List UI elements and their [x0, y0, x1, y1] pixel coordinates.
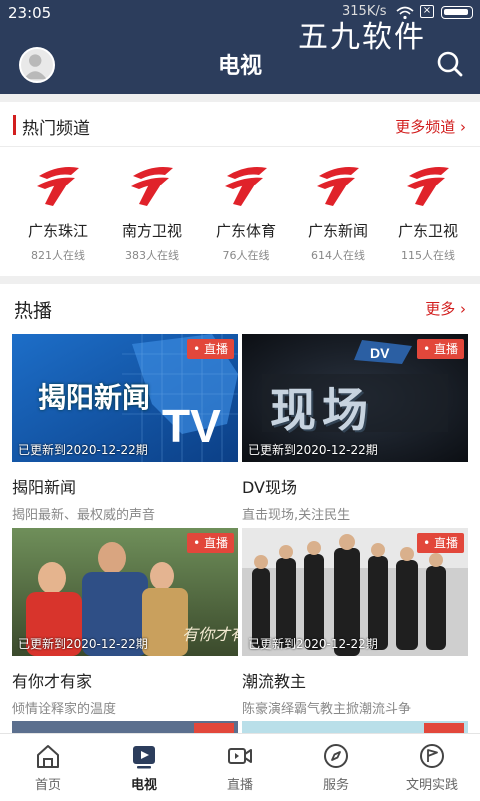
live-badge: • 直播: [187, 533, 234, 553]
show-description: 直击现场,关注民生: [242, 508, 351, 523]
compass-icon: [324, 744, 348, 768]
tv-play-icon: [133, 746, 155, 769]
tab-civilization-practice[interactable]: 文明实践: [384, 734, 480, 801]
gdtv-logo-icon: [131, 167, 173, 206]
app-header: 23:05 315K/s × 五九软件 电视: [0, 0, 480, 94]
show-title: 有你才有家: [12, 672, 93, 691]
live-badge: • 直播: [417, 533, 464, 553]
channel-name: 广东珠江: [27, 222, 88, 240]
hot-shows-title: 热播: [14, 300, 53, 322]
bottom-tab-bar: 首页 电视 直播 服务 文明实践: [0, 733, 480, 800]
section-gap: [0, 94, 480, 102]
page-title: 电视: [217, 54, 262, 79]
show-description: 陈豪演绎霸气教主掀潮流斗争: [242, 702, 412, 717]
update-note: 已更新到2020-12-22期: [18, 637, 148, 651]
thumbnail-caption: 现场: [270, 383, 374, 437]
channel-viewers: 115人在线: [401, 249, 455, 262]
show-thumbnail[interactable]: • 直播 已更新到2020-12-22期: [242, 528, 468, 656]
thumbnail-caption: 揭阳新闻: [38, 381, 151, 414]
tab-label: 电视: [130, 778, 157, 793]
channel-name: 广东体育: [215, 222, 276, 240]
search-icon[interactable]: [436, 50, 464, 78]
svg-text:DV: DV: [370, 345, 390, 361]
svg-text:有你才有家: 有你才有家: [182, 625, 238, 644]
show-thumbnail[interactable]: 有你才有家 • 直播 已更新到2020-12-22期: [12, 528, 238, 656]
tab-label: 直播: [226, 778, 253, 793]
tab-label: 服务: [322, 778, 349, 793]
tab-services[interactable]: 服务: [288, 734, 384, 801]
more-channels-link[interactable]: 更多频道 ›: [395, 116, 466, 137]
update-note: 已更新到2020-12-22期: [248, 443, 378, 457]
show-title: DV现场: [242, 478, 297, 497]
channel-item[interactable]: 广东新闻 614人在线: [290, 160, 386, 263]
divider: [0, 146, 480, 147]
show-card[interactable]: DV 现场 • 直播 已更新到2020-12-22期 DV现场 直击现场,关注民…: [242, 334, 468, 523]
hot-channels-title: 热门频道: [22, 119, 90, 139]
tab-home[interactable]: 首页: [0, 734, 96, 801]
gdtv-logo-icon: [317, 167, 359, 206]
flag-circle-icon: [420, 744, 444, 768]
svg-text:TV: TV: [162, 400, 221, 452]
show-description: 倾情诠释家的温度: [12, 702, 117, 717]
gdtv-logo-icon: [225, 167, 267, 206]
tab-label: 文明实践: [405, 778, 458, 793]
gdtv-logo-icon: [37, 167, 79, 206]
channel-name: 南方卫视: [121, 222, 182, 240]
channel-name: 广东卫视: [397, 222, 458, 240]
channel-name: 广东新闻: [307, 222, 368, 240]
tab-tv[interactable]: 电视: [96, 734, 192, 801]
video-camera-icon: [228, 748, 252, 764]
show-card[interactable]: • 直播 已更新到2020-12-22期 潮流教主 陈豪演绎霸气教主掀潮流斗争: [242, 528, 468, 717]
gdtv-logo-icon: [407, 167, 449, 206]
home-icon: [37, 745, 59, 768]
tab-label: 首页: [34, 778, 61, 793]
channel-viewers: 614人在线: [311, 249, 365, 262]
channel-viewers: 383人在线: [125, 249, 179, 262]
channel-item[interactable]: 南方卫视 383人在线: [104, 160, 200, 263]
channel-item[interactable]: 广东卫视 115人在线: [380, 160, 476, 263]
channel-viewers: 821人在线: [31, 249, 85, 262]
live-badge: • 直播: [417, 339, 464, 359]
show-description: 揭阳最新、最权威的声音: [12, 508, 156, 523]
section-gap: [0, 276, 480, 284]
show-thumbnail[interactable]: DV 现场 • 直播 已更新到2020-12-22期: [242, 334, 468, 462]
live-badge: • 直播: [187, 339, 234, 359]
next-card-peek: [12, 721, 238, 733]
channel-item[interactable]: 广东珠江 821人在线: [10, 160, 106, 263]
update-note: 已更新到2020-12-22期: [18, 443, 148, 457]
tab-live[interactable]: 直播: [192, 734, 288, 801]
show-card[interactable]: TV 揭阳新闻 • 直播 已更新到2020-12-22期 揭阳新闻 揭阳最新、最…: [12, 334, 238, 523]
more-shows-link[interactable]: 更多 ›: [425, 298, 466, 319]
show-title: 潮流教主: [242, 672, 307, 691]
battery-icon: [441, 6, 473, 19]
channel-item[interactable]: 广东体育 76人在线: [198, 160, 294, 263]
section-accent-bar: [13, 115, 16, 135]
show-thumbnail[interactable]: TV 揭阳新闻 • 直播 已更新到2020-12-22期: [12, 334, 238, 462]
show-card[interactable]: 有你才有家 • 直播 已更新到2020-12-22期 有你才有家 倾情诠释家的温…: [12, 528, 238, 717]
status-time: 23:05: [8, 4, 52, 22]
update-note: 已更新到2020-12-22期: [248, 637, 378, 651]
next-card-peek: [242, 721, 468, 733]
channel-viewers: 76人在线: [222, 249, 270, 262]
hot-channels-header: 热门频道 更多频道 ›: [0, 102, 480, 146]
show-title: 揭阳新闻: [12, 478, 77, 497]
